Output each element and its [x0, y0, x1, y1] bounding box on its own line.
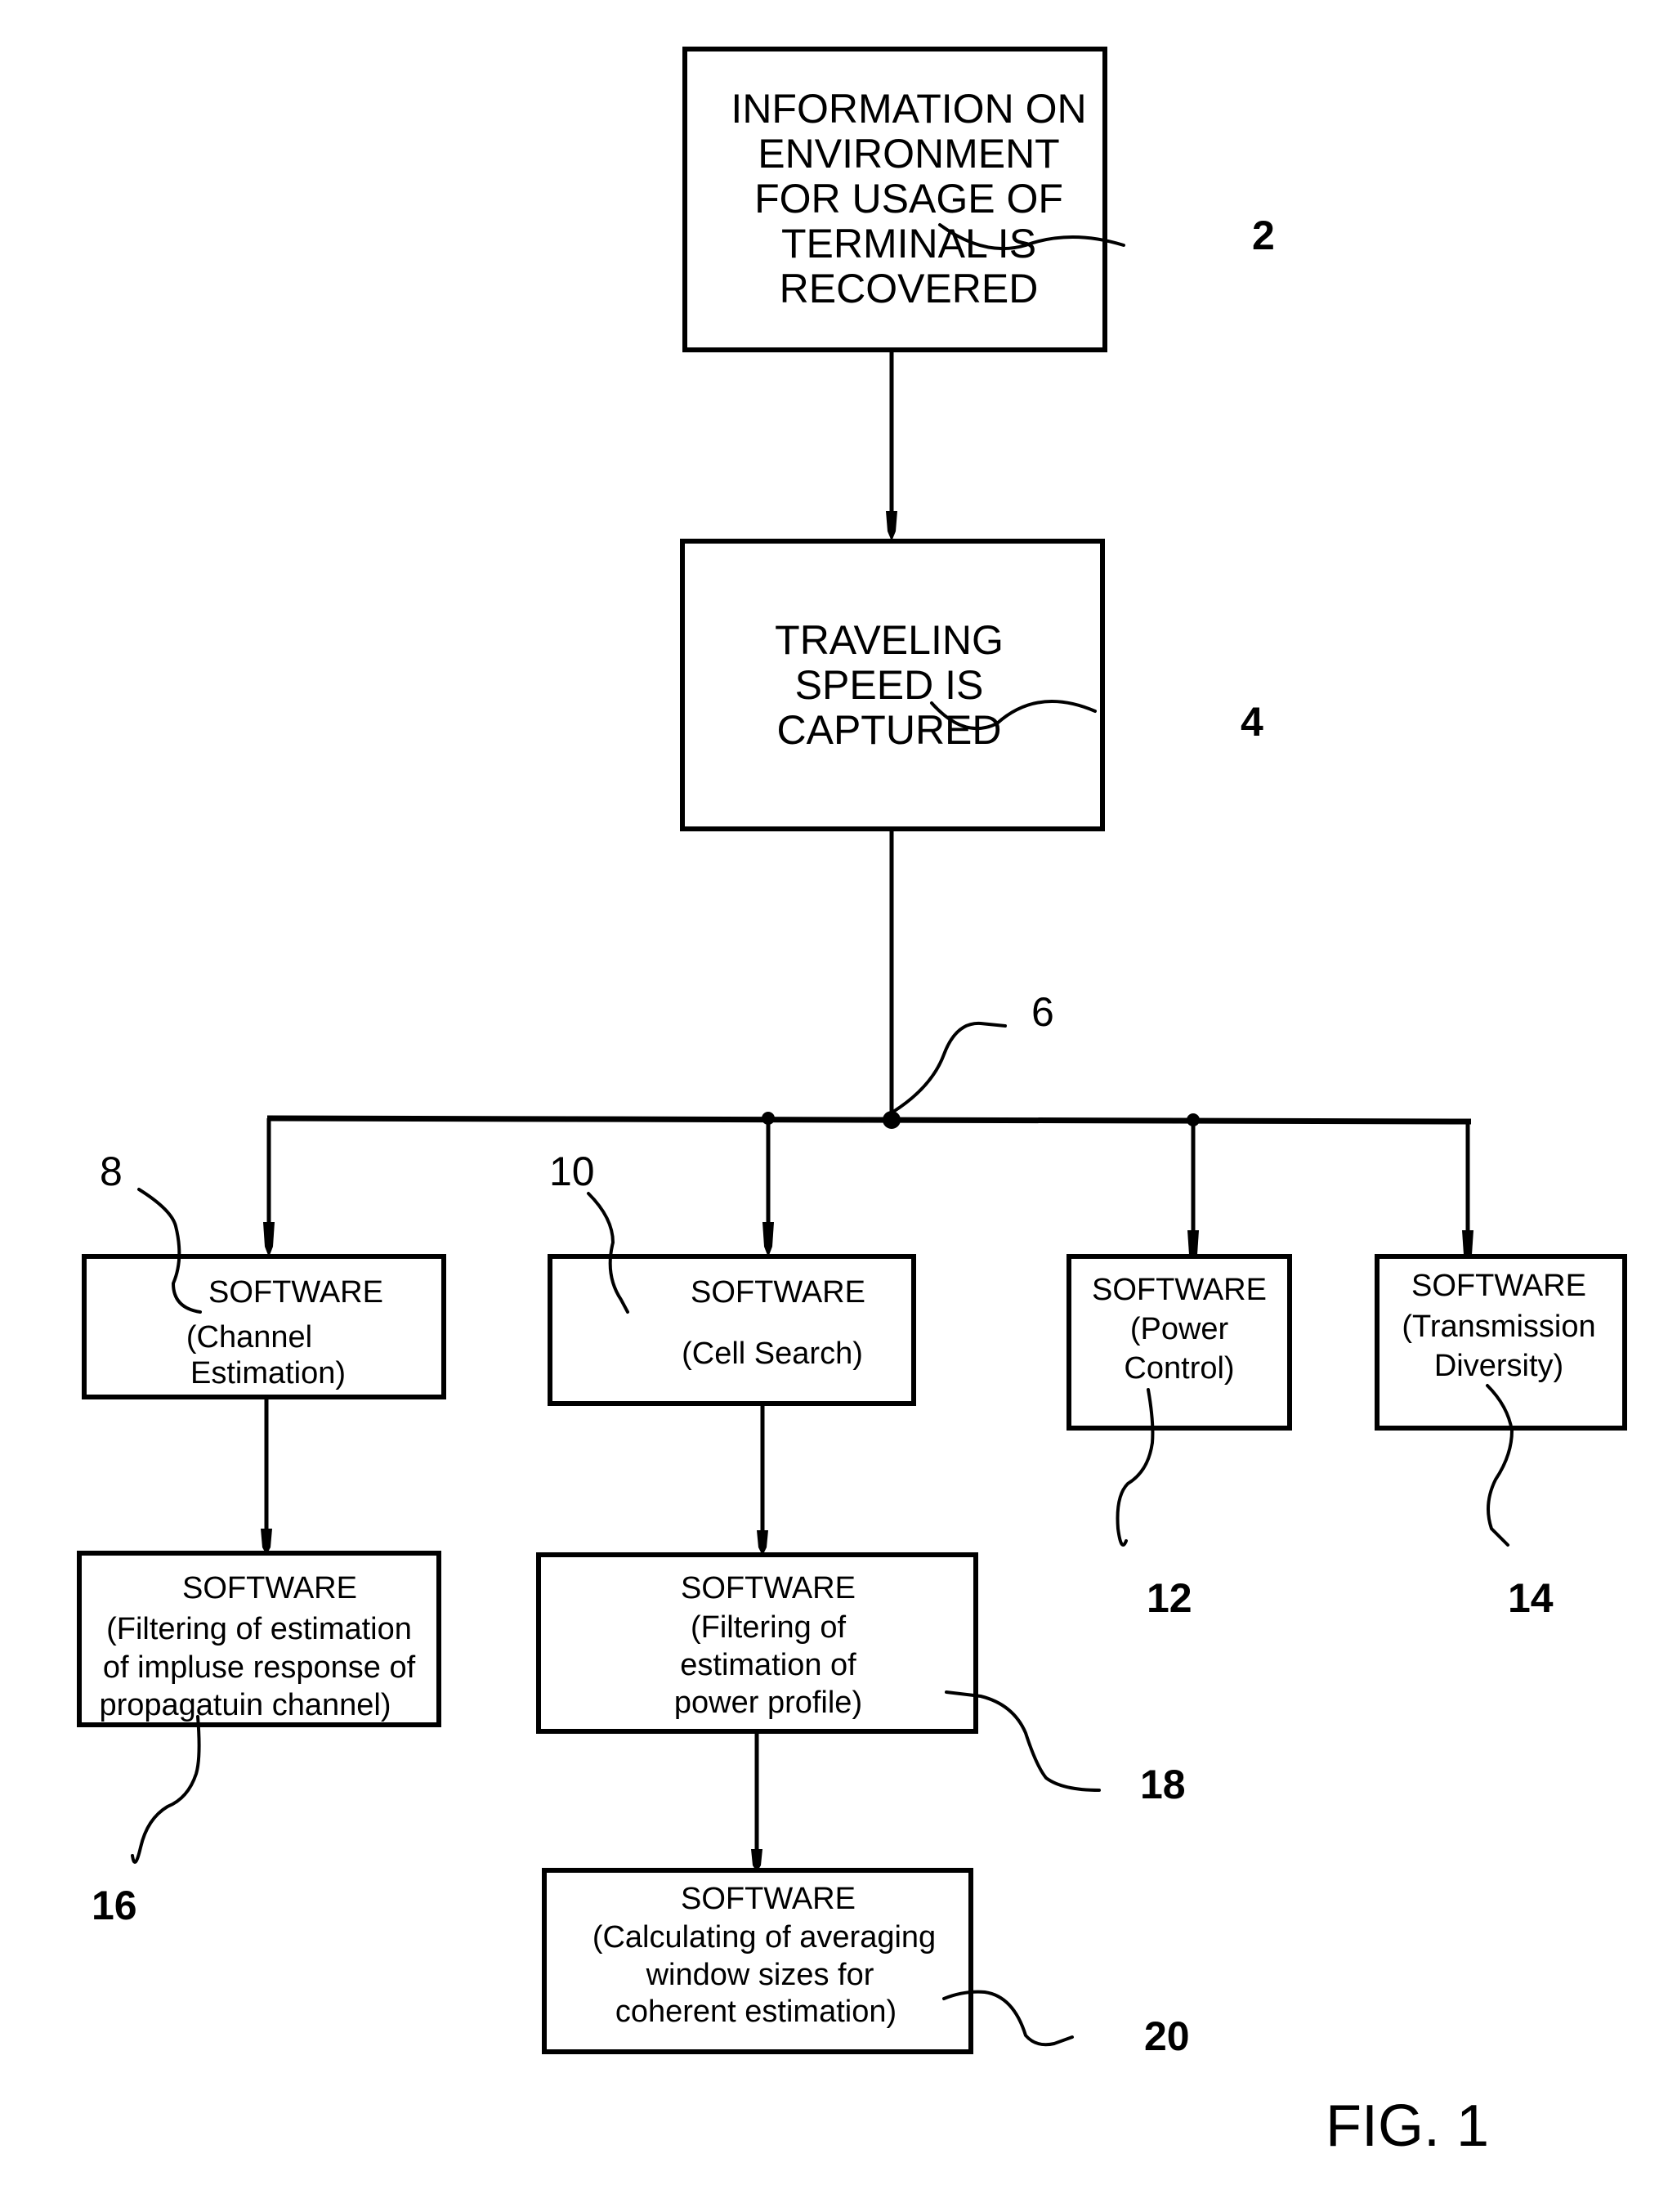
node-20-line-3: window sizes for: [646, 1958, 874, 1992]
arrowhead-to-8: [263, 1222, 275, 1257]
distribution-bus: [266, 1115, 1472, 1125]
node-8-line-3: Estimation): [190, 1356, 346, 1390]
arrowhead-10-to-18: [757, 1530, 768, 1556]
node-4-line-3: CAPTURED: [776, 707, 1001, 753]
node-12-power-control: SOFTWARE (Power Control): [1066, 1254, 1292, 1431]
node-2-line-5: RECOVERED: [780, 266, 1039, 311]
node-16-line-1: SOFTWARE: [182, 1571, 357, 1605]
ref-label-16: 16: [92, 1883, 137, 1928]
node-8-line-2: (Channel: [186, 1320, 312, 1355]
node-8-channel-estimation: SOFTWARE (Channel Estimation): [82, 1254, 446, 1399]
figure-label: FIG. 1: [1326, 2093, 1489, 2159]
arrowhead-to-10: [762, 1222, 774, 1257]
node-14-line-1: SOFTWARE: [1411, 1269, 1586, 1303]
ref-label-10: 10: [549, 1149, 595, 1194]
node-12-line-1: SOFTWARE: [1092, 1273, 1267, 1307]
node-18-line-4: power profile): [674, 1686, 862, 1720]
node-2-line-3: FOR USAGE OF: [754, 176, 1063, 222]
node-4-traveling-speed: TRAVELING SPEED IS CAPTURED: [680, 539, 1105, 831]
ref-label-6: 6: [1031, 989, 1054, 1035]
node-18-line-2: (Filtering of: [691, 1610, 846, 1645]
node-4-line-2: SPEED IS: [795, 662, 984, 708]
node-2-line-2: ENVIRONMENT: [758, 131, 1059, 177]
node-2-information-recovered: INFORMATION ON ENVIRONMENT FOR USAGE OF …: [682, 47, 1107, 352]
node-12-line-2: (Power: [1130, 1312, 1229, 1346]
node-2-line-1: INFORMATION ON: [731, 86, 1086, 132]
node-2-line-4: TERMINAL IS: [781, 221, 1036, 266]
ref-label-20: 20: [1144, 2013, 1190, 2059]
ref-label-4: 4: [1241, 699, 1263, 745]
flowchart-diagram: INFORMATION ON ENVIRONMENT FOR USAGE OF …: [77, 47, 1627, 2159]
node-4-line-1: TRAVELING: [775, 617, 1004, 663]
node-20-line-2: (Calculating of averaging: [592, 1920, 936, 1955]
ref-label-2: 2: [1252, 213, 1275, 258]
junction-dot-6: [883, 1111, 901, 1129]
node-18-filtering-power-profile: SOFTWARE (Filtering of estimation of pow…: [536, 1552, 978, 1734]
ref-label-18: 18: [1140, 1762, 1186, 1807]
node-14-line-3: Diversity): [1434, 1349, 1563, 1383]
node-20-averaging-window: SOFTWARE (Calculating of averaging windo…: [542, 1868, 973, 2054]
arrowhead-2-to-4: [886, 511, 897, 541]
node-16-filtering-impulse-response: SOFTWARE (Filtering of estimation of imp…: [77, 1551, 441, 1727]
ref-label-8: 8: [100, 1149, 123, 1194]
node-16-line-2: (Filtering of estimation: [106, 1612, 412, 1646]
node-12-line-3: Control): [1124, 1351, 1234, 1386]
leader-line-16: [131, 1715, 201, 1864]
node-20-line-1: SOFTWARE: [681, 1882, 856, 1916]
node-8-line-1: SOFTWARE: [208, 1275, 383, 1310]
ref-label-14: 14: [1508, 1575, 1554, 1621]
node-18-line-3: estimation of: [680, 1648, 856, 1682]
ref-label-12: 12: [1147, 1575, 1192, 1621]
node-10-line-1: SOFTWARE: [691, 1275, 865, 1310]
node-10-line-2: (Cell Search): [682, 1337, 863, 1371]
node-18-line-1: SOFTWARE: [681, 1571, 856, 1605]
node-14-line-2: (Transmission: [1402, 1310, 1595, 1344]
node-16-line-3: of impluse response of: [103, 1650, 416, 1685]
node-16-line-4: propagatuin channel): [99, 1688, 391, 1722]
leader-line-6: [892, 1021, 1007, 1113]
node-20-line-4: coherent estimation): [615, 1995, 897, 2029]
node-10-cell-search: SOFTWARE (Cell Search): [548, 1254, 916, 1406]
